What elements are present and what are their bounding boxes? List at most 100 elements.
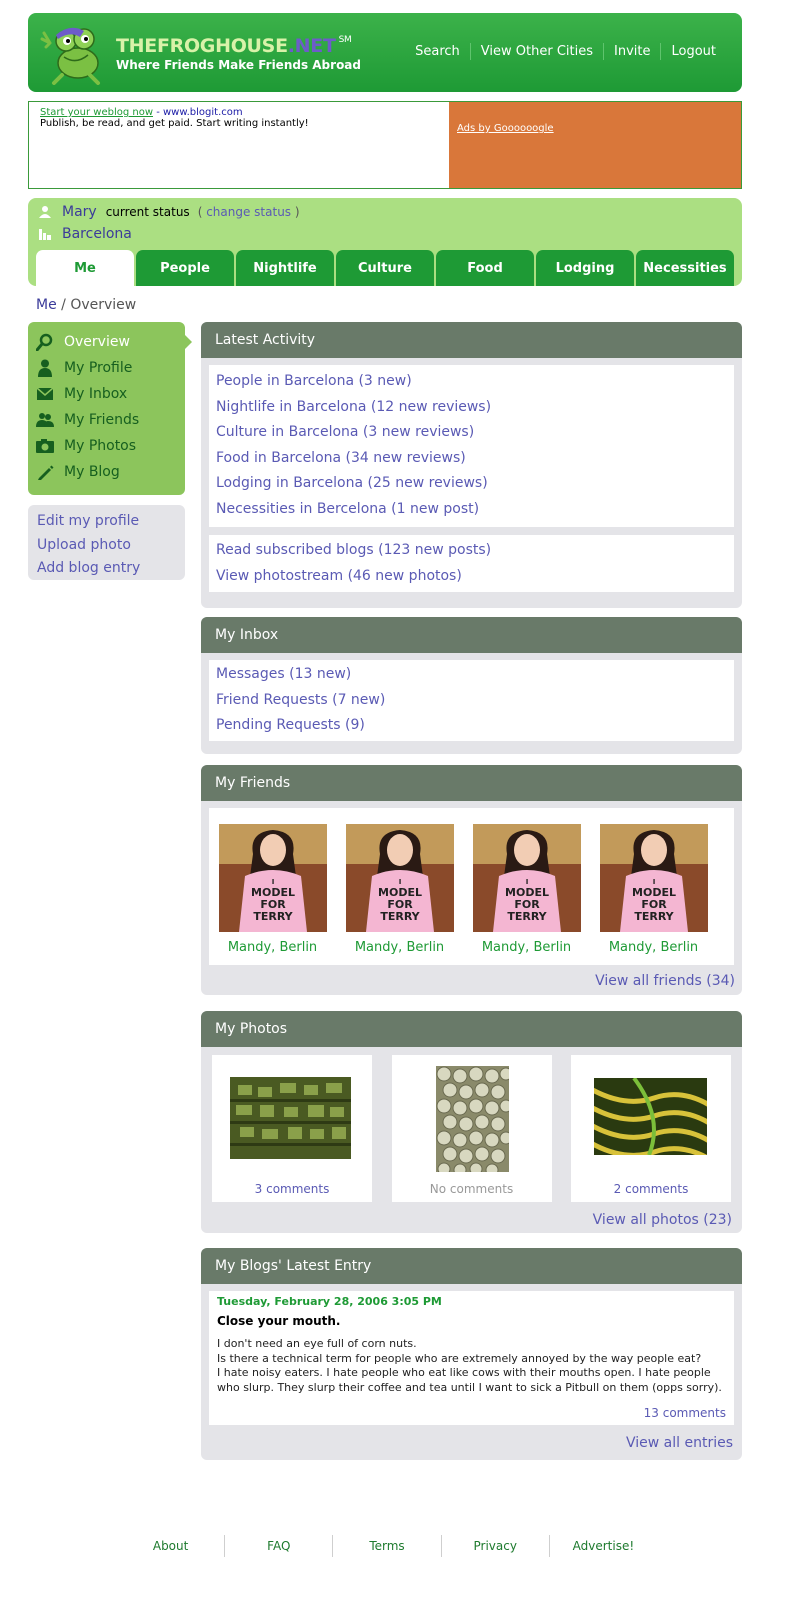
photo-card[interactable]: 3 comments <box>212 1055 372 1202</box>
nav-overview[interactable]: Overview <box>28 329 185 355</box>
nav-my-profile-label: My Profile <box>64 360 133 376</box>
tab-people[interactable]: People <box>136 250 234 286</box>
nav-my-inbox-label: My Inbox <box>64 386 128 402</box>
breadcrumb-me-link[interactable]: Me <box>36 297 57 313</box>
nav-my-friends[interactable]: My Friends <box>28 407 185 433</box>
footer: About FAQ Terms Privacy Advertise! <box>117 1535 657 1557</box>
friend-photo[interactable]: I MODEL FOR TERRY <box>599 824 708 932</box>
tab-lodging[interactable]: Lodging <box>536 250 634 286</box>
brand-name[interactable]: THEFROGHOUSE.NET SM <box>116 35 352 57</box>
site-header: THEFROGHOUSE.NET SM Where Friends Make Fr… <box>28 13 742 92</box>
activity-people-link[interactable]: People in Barcelona (3 new) <box>209 369 734 395</box>
inbox-panel: My Inbox Messages (13 new) Friend Reques… <box>201 617 742 754</box>
activity-list: People in Barcelona (3 new) Nightlife in… <box>209 365 734 527</box>
nav-invite-link[interactable]: Invite <box>604 44 660 59</box>
frog-logo-icon[interactable] <box>40 23 106 85</box>
tab-necessities[interactable]: Necessities <box>636 250 734 286</box>
friend-requests-link[interactable]: Friend Requests (7 new) <box>209 688 734 714</box>
blog-line: I hate noisy eaters. I hate people who e… <box>217 1366 722 1394</box>
blog-comments-link[interactable]: 13 comments <box>644 1406 726 1420</box>
nav-my-blog-label: My Blog <box>64 464 120 480</box>
latest-activity-title: Latest Activity <box>201 322 742 358</box>
friend-caption[interactable]: Mandy, Berlin <box>463 940 590 955</box>
photos-grid: 3 comments No comments 2 comments <box>201 1055 742 1202</box>
shirt-text-1: I <box>525 878 528 886</box>
ad-link[interactable]: Start your weblog now <box>40 107 153 118</box>
friend-photo[interactable]: I MODEL FOR TERRY <box>345 824 454 932</box>
pencil-icon <box>36 463 54 481</box>
photo-thumbnail[interactable] <box>594 1078 707 1155</box>
friend-card[interactable]: I MODEL FOR TERRY Mandy, Berlin <box>336 824 463 965</box>
ad-body: Publish, be read, and get paid. Start wr… <box>40 118 309 129</box>
footer-faq-link[interactable]: FAQ <box>225 1535 334 1557</box>
people-icon <box>36 411 54 429</box>
photo-card[interactable]: No comments <box>391 1055 552 1202</box>
upload-photo-link[interactable]: Upload photo <box>37 534 176 558</box>
blog-entry-title[interactable]: Close your mouth. <box>217 1314 726 1328</box>
shirt-text-1: I <box>652 878 655 886</box>
breadcrumb-separator: / <box>56 297 71 313</box>
subscribed-blogs-link[interactable]: Read subscribed blogs (123 new posts) <box>209 538 734 564</box>
messages-link[interactable]: Messages (13 new) <box>209 662 734 688</box>
blog-line: Is there a technical term for people who… <box>217 1351 702 1365</box>
pending-requests-link[interactable]: Pending Requests (9) <box>209 713 734 739</box>
camera-icon <box>36 437 54 455</box>
ad-banner: Start your weblog now - www.blogit.com P… <box>28 101 742 189</box>
photo-comments[interactable]: 3 comments <box>212 1182 372 1196</box>
photo-card[interactable]: 2 comments <box>571 1055 731 1202</box>
city-name[interactable]: Barcelona <box>62 226 132 242</box>
nav-my-profile[interactable]: My Profile <box>28 355 185 381</box>
friends-list: I MODEL FOR TERRY Mandy, Berlin I MODEL … <box>209 808 734 965</box>
user-name[interactable]: Mary <box>62 204 97 220</box>
edit-profile-link[interactable]: Edit my profile <box>37 510 176 534</box>
tab-food[interactable]: Food <box>436 250 534 286</box>
footer-advertise-link[interactable]: Advertise! <box>550 1535 657 1557</box>
view-all-friends-link[interactable]: View all friends (34) <box>595 973 735 989</box>
nav-my-friends-label: My Friends <box>64 412 140 428</box>
photostream-link[interactable]: View photostream (46 new photos) <box>209 564 734 590</box>
activity-lodging-link[interactable]: Lodging in Barcelona (25 new reviews) <box>209 471 734 497</box>
nav-my-photos[interactable]: My Photos <box>28 433 185 459</box>
friend-photo[interactable]: I MODEL FOR TERRY <box>218 824 327 932</box>
friend-caption[interactable]: Mandy, Berlin <box>336 940 463 955</box>
photo-comments[interactable]: No comments <box>392 1182 552 1196</box>
view-all-entries-row: View all entries <box>201 1432 742 1451</box>
activity-food-link[interactable]: Food in Barcelona (34 new reviews) <box>209 446 734 472</box>
ads-by-link[interactable]: Ads by Goooooogle <box>457 123 554 134</box>
add-blog-entry-link[interactable]: Add blog entry <box>37 557 176 581</box>
friend-photo[interactable]: I MODEL FOR TERRY <box>472 824 581 932</box>
blog-line: I don't need an eye full of corn nuts. <box>217 1337 417 1350</box>
tab-culture[interactable]: Culture <box>336 250 434 286</box>
nav-logout-link[interactable]: Logout <box>661 44 726 59</box>
friend-card[interactable]: I MODEL FOR TERRY Mandy, Berlin <box>463 824 590 965</box>
friends-title: My Friends <box>201 765 742 801</box>
friend-card[interactable]: I MODEL FOR TERRY Mandy, Berlin <box>209 824 336 965</box>
activity-culture-link[interactable]: Culture in Barcelona (3 new reviews) <box>209 420 734 446</box>
brand-net: .NET <box>287 35 336 57</box>
nav-my-blog[interactable]: My Blog <box>28 459 185 485</box>
tagline: Where Friends Make Friends Abroad <box>116 58 361 72</box>
tab-nightlife[interactable]: Nightlife <box>236 250 334 286</box>
nav-view-other-cities-link[interactable]: View Other Cities <box>471 44 603 59</box>
magnifier-icon <box>36 333 54 351</box>
friend-card[interactable]: I MODEL FOR TERRY Mandy, Berlin <box>590 824 717 965</box>
activity-necessities-link[interactable]: Necessities in Bercelona (1 new post) <box>209 497 734 523</box>
nav-my-inbox[interactable]: My Inbox <box>28 381 185 407</box>
top-nav: Search View Other Cities Invite Logout <box>405 43 726 60</box>
shirt-text-4: TERRY <box>634 910 674 923</box>
envelope-icon <box>36 385 54 403</box>
view-all-photos-link[interactable]: View all photos (23) <box>593 1212 732 1228</box>
change-status-link[interactable]: change status <box>206 205 291 219</box>
activity-nightlife-link[interactable]: Nightlife in Barcelona (12 new reviews) <box>209 395 734 421</box>
footer-privacy-link[interactable]: Privacy <box>442 1535 550 1557</box>
photo-thumbnail[interactable] <box>435 1066 509 1172</box>
tab-me[interactable]: Me <box>36 250 134 286</box>
photo-comments[interactable]: 2 comments <box>571 1182 731 1196</box>
footer-terms-link[interactable]: Terms <box>333 1535 442 1557</box>
footer-about-link[interactable]: About <box>117 1535 226 1557</box>
photo-thumbnail[interactable] <box>230 1077 351 1159</box>
friend-caption[interactable]: Mandy, Berlin <box>209 940 336 955</box>
view-all-entries-link[interactable]: View all entries <box>626 1435 733 1451</box>
nav-search-link[interactable]: Search <box>405 44 470 59</box>
friend-caption[interactable]: Mandy, Berlin <box>590 940 717 955</box>
